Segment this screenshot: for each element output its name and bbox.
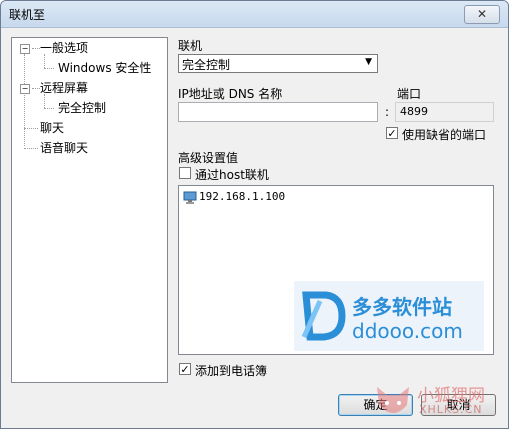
port-value: 4899 — [400, 105, 428, 118]
tree-connector — [44, 54, 45, 68]
tree-connector — [44, 68, 54, 69]
port-label: 端口 — [397, 87, 422, 101]
tree-item-voice-chat[interactable]: 语音聊天 — [40, 140, 88, 156]
tree-connector — [44, 94, 45, 108]
tree-connector — [24, 148, 38, 149]
collapse-icon[interactable]: − — [20, 44, 30, 54]
tree-item-general[interactable]: 一般选项 — [40, 40, 88, 56]
dialog-window: 联机至 ✕ − − 一般选项 Windows 安全性 远程屏幕 完全控制 聊天 … — [0, 0, 509, 429]
watermark-brand: 多多软件站 — [352, 295, 452, 319]
collapse-icon[interactable]: − — [20, 84, 30, 94]
watermark-logo — [301, 291, 346, 341]
tree-connector — [32, 88, 40, 89]
host-ip: 192.168.1.100 — [199, 190, 286, 203]
address-input[interactable] — [178, 102, 378, 122]
window-title: 联机至 — [9, 8, 46, 22]
connection-mode-value: 完全控制 — [182, 58, 231, 72]
tree-item-full-control[interactable]: 完全控制 — [58, 100, 106, 116]
tree-connector — [32, 48, 40, 49]
chevron-down-icon: ▼ — [365, 57, 372, 67]
title-bar[interactable]: 联机至 ✕ — [1, 1, 508, 28]
tree-connector — [24, 54, 25, 146]
check-icon: ✓ — [387, 127, 397, 140]
computer-icon — [183, 191, 197, 204]
via-host-checkbox[interactable] — [179, 167, 191, 179]
watermark: 多多软件站 ddooo.com — [294, 281, 484, 351]
tree-connector — [24, 128, 38, 129]
tree-item-windows-security[interactable]: Windows 安全性 — [58, 60, 151, 76]
fox-logo — [377, 387, 409, 413]
via-host-label: 通过host联机 — [195, 168, 269, 182]
port-input[interactable]: 4899 — [395, 102, 494, 122]
tree-connector — [44, 108, 54, 109]
close-button[interactable]: ✕ — [464, 5, 500, 24]
connection-mode-select[interactable]: 完全控制 ▼ — [178, 54, 378, 73]
check-icon: ✓ — [180, 363, 190, 376]
use-default-port-label: 使用缺省的端口 — [402, 128, 487, 142]
tree-item-chat[interactable]: 聊天 — [40, 120, 64, 136]
connection-label: 联机 — [178, 39, 203, 53]
address-label: IP地址或 DNS 名称 — [178, 87, 283, 101]
use-default-port-checkbox[interactable]: ✓ — [386, 127, 398, 139]
fox-watermark: 小狐狸网 XHLKS.CN — [373, 379, 505, 425]
advanced-label: 高级设置值 — [178, 151, 239, 165]
add-to-phonebook-label: 添加到电话簿 — [195, 364, 268, 378]
watermark-url: ddooo.com — [352, 319, 463, 343]
options-tree[interactable]: − − 一般选项 Windows 安全性 远程屏幕 完全控制 聊天 语音聊天 — [11, 37, 168, 383]
add-to-phonebook-checkbox[interactable]: ✓ — [179, 363, 191, 375]
tree-item-remote-screen[interactable]: 远程屏幕 — [40, 80, 88, 96]
address-port-separator: : — [385, 105, 390, 119]
fox-watermark-site: XHLKS.CN — [419, 403, 483, 416]
close-icon: ✕ — [476, 7, 488, 21]
